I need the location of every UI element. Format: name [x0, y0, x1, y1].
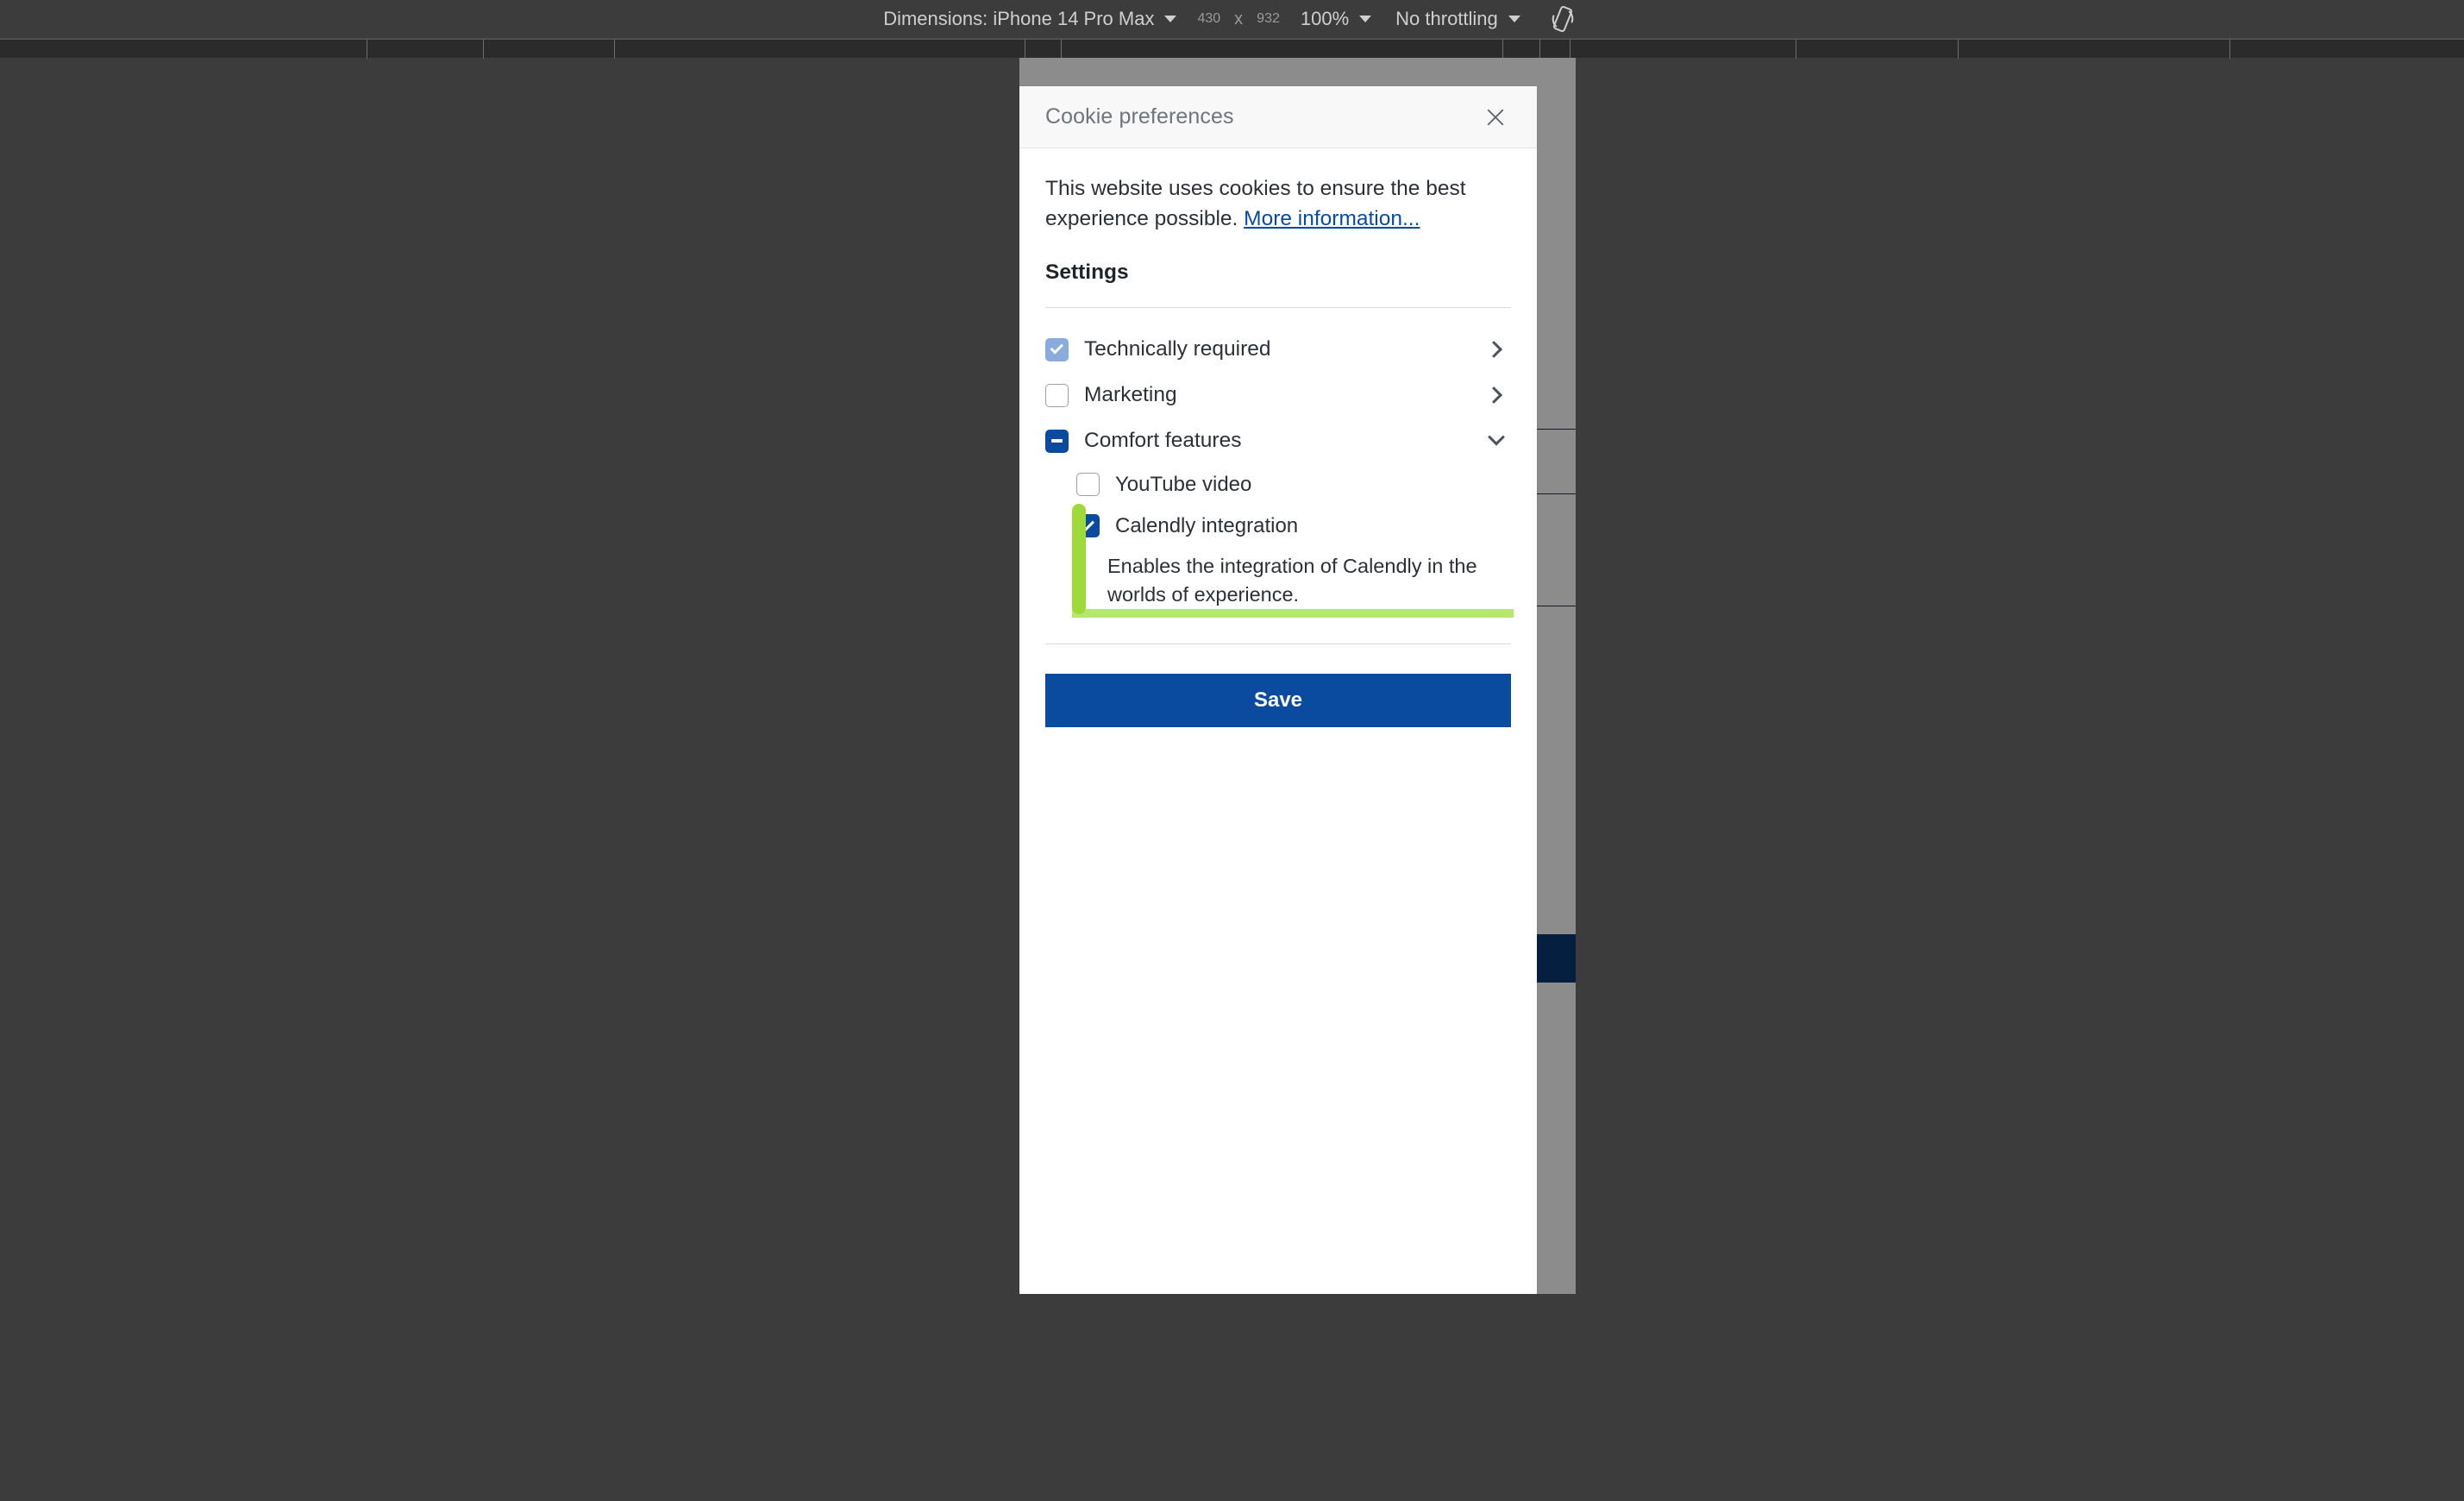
check-icon	[1050, 341, 1063, 355]
subcategory-label: Calendly integration	[1115, 513, 1299, 537]
chevron-right-icon[interactable]	[1482, 380, 1511, 410]
more-information-link[interactable]: More information...	[1244, 207, 1420, 230]
checkbox-comfort-features[interactable]	[1045, 429, 1069, 453]
zoom-label: 100%	[1300, 8, 1350, 29]
checkbox-technically-required[interactable]	[1045, 337, 1069, 361]
dimensions-selector[interactable]: Dimensions: iPhone 14 Pro Max	[871, 9, 1188, 28]
viewport-height-input[interactable]: 932	[1248, 11, 1288, 27]
viewport-ruler	[0, 39, 2464, 59]
rotate-device-icon[interactable]	[1533, 4, 1593, 34]
category-label: Technically required	[1084, 337, 1271, 361]
ruler-tick	[1502, 40, 1503, 59]
category-row-comfort-features[interactable]: Comfort features	[1045, 418, 1511, 464]
dimension-separator: x	[1234, 9, 1244, 28]
category-label: Marketing	[1084, 383, 1177, 407]
throttling-label: No throttling	[1395, 8, 1498, 29]
save-button[interactable]: Save	[1045, 674, 1511, 728]
indeterminate-icon	[1051, 439, 1063, 443]
dialog-title: Cookie preferences	[1045, 104, 1234, 129]
devtools-device-toolbar: Dimensions: iPhone 14 Pro Max 430 x 932 …	[0, 0, 2464, 39]
viewport-width-input[interactable]: 430	[1188, 11, 1229, 27]
subcategory-block-calendly: Calendly integration Enables the integra…	[1045, 503, 1514, 618]
subcategory-row-calendly-integration[interactable]: Calendly integration	[1045, 506, 1511, 547]
category-row-technically-required[interactable]: Technically required	[1045, 327, 1511, 373]
dialog-header: Cookie preferences	[1019, 86, 1537, 148]
chevron-down-icon	[1359, 16, 1372, 22]
subcategory-row-youtube-video[interactable]: YouTube video	[1045, 464, 1511, 506]
dialog-body: This website uses cookies to ensure the …	[1019, 148, 1537, 1294]
green-highlight-horizontal-mark	[1072, 608, 1514, 618]
chevron-down-icon	[1164, 16, 1177, 22]
chevron-down-icon	[1508, 16, 1520, 22]
checkbox-youtube-video[interactable]	[1076, 473, 1100, 497]
ruler-tick	[614, 40, 615, 59]
close-icon[interactable]	[1477, 98, 1514, 136]
dimensions-label: Dimensions: iPhone 14 Pro Max	[883, 8, 1155, 29]
cookie-intro-text: This website uses cookies to ensure the …	[1045, 174, 1477, 235]
checkbox-marketing[interactable]	[1045, 383, 1069, 407]
settings-divider	[1045, 306, 1511, 308]
chevron-down-icon[interactable]	[1482, 426, 1511, 455]
zoom-selector[interactable]: 100%	[1288, 9, 1383, 28]
ruler-tick	[1539, 40, 1540, 59]
chevron-right-icon[interactable]	[1482, 335, 1511, 364]
ruler-tick	[1570, 40, 1571, 59]
throttling-selector[interactable]: No throttling	[1383, 9, 1533, 28]
category-row-marketing[interactable]: Marketing	[1045, 373, 1511, 418]
subcategory-label: YouTube video	[1115, 472, 1252, 496]
green-highlight-vertical-mark	[1072, 503, 1086, 614]
cookie-preferences-dialog: Cookie preferences This website uses coo…	[1019, 86, 1537, 1294]
settings-heading: Settings	[1045, 260, 1129, 284]
ruler-tick	[483, 40, 484, 59]
subcategory-description: Enables the integration of Calendly in t…	[1107, 554, 1477, 606]
ruler-tick	[1958, 40, 1959, 59]
category-label: Comfort features	[1084, 429, 1242, 453]
ruler-tick	[2229, 40, 2230, 59]
ruler-tick	[1061, 40, 1062, 59]
